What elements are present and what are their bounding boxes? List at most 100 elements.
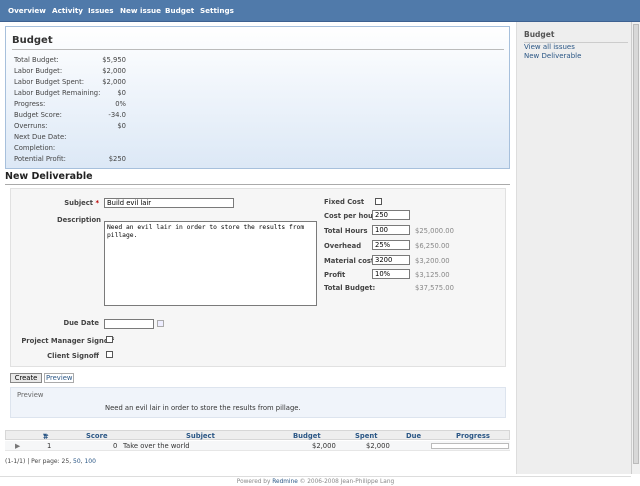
- menu-budget[interactable]: Budget: [165, 6, 194, 15]
- overhead-amount: $6,250.00: [415, 242, 450, 250]
- budget-row-value: $0: [117, 122, 126, 130]
- col-header-spent[interactable]: Spent: [355, 432, 377, 440]
- budget-row-progress: Progress: 0%: [14, 100, 126, 110]
- budget-row-label: Completion:: [14, 144, 56, 152]
- footer-suffix: © 2006-2008 Jean-Philippe Lang: [297, 479, 395, 485]
- budget-row-potential-profit: Potential Profit: $250: [14, 155, 126, 165]
- description-textarea[interactable]: Need an evil lair in order to store the …: [104, 221, 317, 306]
- new-deliverable-form: Subject * Build evil lair Description Ne…: [10, 188, 506, 367]
- budget-row-total-budget: Total Budget: $5,950: [14, 56, 126, 66]
- cost-per-hour-input[interactable]: 250: [372, 210, 410, 220]
- menu-overview[interactable]: Overview: [8, 6, 46, 15]
- total-budget-label: Total Budget:: [324, 284, 376, 292]
- budget-row-label: Labor Budget Remaining:: [14, 89, 101, 97]
- pm-signoff-checkbox[interactable]: [106, 336, 113, 343]
- sidebar-title: Budget: [524, 30, 628, 43]
- total-hours-label: Total Hours: [324, 227, 368, 235]
- table-header: # ▼ Score Subject Budget Spent Due Progr…: [5, 430, 510, 441]
- sort-desc-icon: ▼: [43, 433, 47, 439]
- material-costs-input[interactable]: 3200: [372, 255, 410, 265]
- table-row[interactable]: ▶ 1 0 Take over the world $2,000 $2,000: [5, 441, 510, 451]
- col-header-subject[interactable]: Subject: [186, 432, 215, 440]
- budget-title: Budget: [12, 35, 504, 50]
- sidebar-link-view-all-issues[interactable]: View all issues: [524, 43, 575, 51]
- preview-fieldset: Preview Need an evil lair in order to st…: [10, 387, 506, 418]
- budget-row-value: $5,950: [102, 56, 126, 64]
- menu-issues[interactable]: Issues: [88, 6, 114, 15]
- col-header-due[interactable]: Due: [406, 432, 421, 440]
- row-progress-bar: [431, 443, 509, 449]
- budget-row-score: Budget Score: -34.0: [14, 111, 126, 121]
- budget-row-label: Overruns:: [14, 122, 48, 130]
- description-label: Description: [57, 216, 101, 224]
- subject-label-text: Subject: [64, 199, 94, 207]
- col-header-budget[interactable]: Budget: [293, 432, 321, 440]
- total-hours-amount: $25,000.00: [415, 227, 454, 235]
- sidebar-link-new-deliverable[interactable]: New Deliverable: [524, 52, 581, 60]
- overhead-input[interactable]: 25%: [372, 240, 410, 250]
- row-score: 0: [113, 442, 118, 450]
- pagination: (1-1/1) | Per page: 25, 50, 100: [5, 458, 96, 465]
- material-costs-amount: $3,200.00: [415, 257, 450, 265]
- col-header-progress[interactable]: Progress: [456, 432, 490, 440]
- menu-activity[interactable]: Activity: [52, 6, 83, 15]
- calendar-icon[interactable]: [157, 320, 164, 327]
- fixed-cost-label: Fixed Cost: [324, 198, 365, 206]
- due-date-label: Due Date: [63, 319, 99, 327]
- subject-label: Subject *: [64, 199, 99, 207]
- footer-prefix: Powered by: [236, 479, 273, 485]
- col-header-score[interactable]: Score: [86, 432, 108, 440]
- main-menu: Overview Activity Issues New issue Budge…: [0, 0, 640, 22]
- budget-summary-panel: Budget Total Budget: $5,950 Labor Budget:…: [5, 26, 510, 169]
- profit-label: Profit: [324, 271, 346, 279]
- budget-row-labor-remaining: Labor Budget Remaining: $0: [14, 89, 126, 99]
- expand-arrow-icon[interactable]: ▶: [15, 442, 20, 450]
- row-subject[interactable]: Take over the world: [123, 442, 190, 450]
- create-button[interactable]: Create: [10, 373, 42, 383]
- pagination-summary: (1-1/1) | Per page:: [5, 458, 62, 465]
- total-budget-amount: $37,575.00: [415, 284, 454, 292]
- per-page-100[interactable]: 100: [84, 458, 95, 465]
- pm-signoff-label: Project Manager Signoff: [21, 337, 114, 345]
- required-mark: *: [95, 199, 99, 207]
- budget-row-label: Progress:: [14, 100, 46, 108]
- menu-settings[interactable]: Settings: [200, 6, 234, 15]
- preview-link[interactable]: Preview: [44, 373, 75, 383]
- budget-row-value: 0%: [115, 100, 126, 108]
- budget-row-value: $2,000: [102, 67, 126, 75]
- profit-amount: $3,125.00: [415, 271, 450, 279]
- profit-input[interactable]: 10%: [372, 269, 410, 279]
- client-signoff-checkbox[interactable]: [106, 351, 113, 358]
- preview-text: Need an evil lair in order to store the …: [105, 404, 301, 412]
- due-date-input[interactable]: [104, 319, 154, 329]
- budget-row-label: Potential Profit:: [14, 155, 66, 163]
- budget-row-overruns: Overruns: $0: [14, 122, 126, 132]
- budget-row-labor-spent: Labor Budget Spent: $2,000: [14, 78, 126, 88]
- budget-row-label: Total Budget:: [14, 56, 59, 64]
- budget-row-label: Budget Score:: [14, 111, 62, 119]
- row-spent: $2,000: [366, 442, 390, 450]
- per-page-50[interactable]: 50: [73, 458, 81, 465]
- new-deliverable-heading: New Deliverable: [5, 171, 510, 185]
- budget-row-value: $0: [117, 89, 126, 97]
- vertical-scrollbar[interactable]: [631, 22, 640, 474]
- budget-row-completion: Completion:: [14, 144, 126, 154]
- row-budget: $2,000: [312, 442, 336, 450]
- budget-row-value: -34.0: [108, 111, 126, 119]
- scrollbar-thumb[interactable]: [633, 24, 639, 464]
- sidebar: Budget View all issues New Deliverable: [516, 22, 631, 474]
- cost-per-hour-label: Cost per hour: [324, 212, 377, 220]
- footer-redmine-link[interactable]: Redmine: [272, 479, 298, 485]
- menu-new-issue[interactable]: New issue: [120, 6, 161, 15]
- footer: Powered by Redmine © 2006-2008 Jean-Phil…: [0, 476, 631, 486]
- budget-row-labor-budget: Labor Budget: $2,000: [14, 67, 126, 77]
- client-signoff-label: Client Signoff: [47, 352, 99, 360]
- total-hours-input[interactable]: 100: [372, 225, 410, 235]
- material-costs-label: Material costs: [324, 257, 379, 265]
- fixed-cost-checkbox[interactable]: [375, 198, 382, 205]
- overhead-label: Overhead: [324, 242, 362, 250]
- budget-row-next-due-date: Next Due Date:: [14, 133, 126, 143]
- budget-row-label: Labor Budget:: [14, 67, 63, 75]
- subject-input[interactable]: Build evil lair: [104, 198, 234, 208]
- budget-row-label: Labor Budget Spent:: [14, 78, 85, 86]
